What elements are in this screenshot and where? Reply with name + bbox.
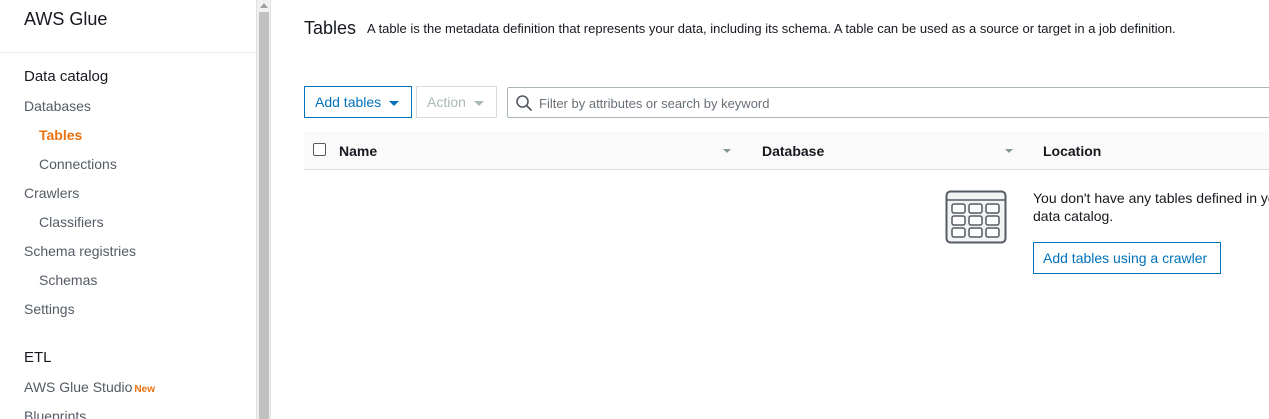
add-tables-label: Add tables [315, 94, 382, 110]
sidebar: AWS Glue Data catalog Databases Tables C… [0, 0, 256, 419]
main-content: Tables A table is the metadata definitio… [272, 0, 1269, 419]
search-icon [516, 95, 532, 111]
caret-down-icon [473, 100, 484, 106]
action-label: Action [427, 94, 466, 110]
sort-database-caret-down-icon[interactable] [1005, 149, 1013, 153]
sidebar-item-connections[interactable]: Connections [39, 156, 117, 172]
sidebar-item-schema-registries[interactable]: Schema registries [24, 243, 136, 259]
empty-state-line2: data catalog. [1033, 208, 1114, 224]
sidebar-item-blueprints[interactable]: Blueprints [24, 408, 86, 419]
sidebar-scrollbar[interactable] [256, 0, 271, 419]
scroll-up-arrow-icon[interactable] [260, 3, 268, 8]
search-box[interactable] [507, 87, 1269, 118]
sidebar-item-crawlers[interactable]: Crawlers [24, 185, 79, 201]
column-header-location[interactable]: Location [1043, 143, 1101, 159]
page-title: Tables [304, 18, 357, 38]
scrollbar-thumb[interactable] [259, 12, 269, 419]
nav-section-etl: ETL [24, 349, 52, 366]
add-tables-button[interactable]: Add tables [304, 86, 412, 118]
add-tables-crawler-button[interactable]: Add tables using a crawler [1033, 242, 1221, 274]
sidebar-item-databases[interactable]: Databases [24, 98, 91, 114]
sidebar-item-schemas[interactable]: Schemas [39, 272, 97, 288]
column-header-name[interactable]: Name [339, 143, 377, 159]
nav-section-data-catalog: Data catalog [24, 68, 109, 85]
brand-title[interactable]: AWS Glue [24, 9, 107, 30]
search-input[interactable] [537, 92, 1237, 114]
caret-down-icon [389, 100, 400, 106]
brand-divider [0, 52, 256, 53]
action-button[interactable]: Action [416, 86, 497, 118]
sidebar-item-classifiers[interactable]: Classifiers [39, 214, 104, 230]
select-all-checkbox[interactable] [313, 143, 326, 156]
page-description: A table is the metadata definition that … [367, 21, 1176, 36]
new-badge: New [134, 384, 155, 395]
empty-state-line1: You don't have any tables defined in you… [1033, 190, 1269, 206]
sort-name-caret-down-icon[interactable] [723, 149, 731, 153]
empty-state-message: You don't have any tables defined in you… [1033, 189, 1269, 225]
sidebar-item-glue-studio[interactable]: AWS Glue Studio New [24, 379, 155, 395]
table-grid-icon [945, 190, 1007, 244]
sidebar-item-tables[interactable]: Tables [39, 127, 82, 143]
sidebar-item-label: AWS Glue Studio [24, 379, 133, 395]
table-header: Name Database Location [304, 132, 1269, 170]
column-header-database[interactable]: Database [762, 143, 824, 159]
sidebar-item-settings[interactable]: Settings [24, 301, 75, 317]
